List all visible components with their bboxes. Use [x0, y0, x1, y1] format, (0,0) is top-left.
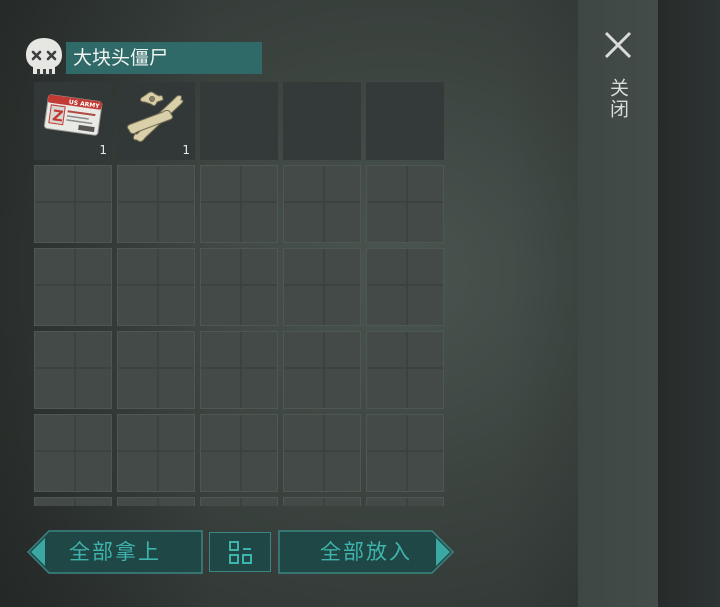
item-count: 1: [182, 143, 190, 157]
inventory-slot-empty[interactable]: [200, 497, 278, 506]
sort-grid-icon: [229, 541, 252, 564]
close-label: 关闭: [607, 78, 629, 120]
container-title: 大块头僵尸: [73, 47, 169, 69]
bones-icon: [126, 91, 184, 143]
inventory-slot-empty[interactable]: [117, 414, 195, 492]
inventory-slot-empty[interactable]: [366, 331, 444, 409]
inventory-slot-us-army-id-card[interactable]: Z US ARMY 1: [34, 82, 112, 160]
take-all-button[interactable]: 全部拿上: [27, 530, 203, 574]
item-count: 1: [99, 143, 107, 157]
inventory-slot-empty[interactable]: [283, 165, 361, 243]
inventory-slot-empty[interactable]: [283, 497, 361, 506]
inventory-slot-empty[interactable]: [200, 165, 278, 243]
inventory-slot-empty[interactable]: [34, 331, 112, 409]
inventory-slot-empty[interactable]: [200, 331, 278, 409]
inventory-slot-empty[interactable]: [366, 82, 444, 160]
inventory-slot-empty[interactable]: [283, 331, 361, 409]
inventory-slot-empty[interactable]: [283, 248, 361, 326]
title-bar: 大块头僵尸: [66, 42, 262, 74]
inventory-slot-empty[interactable]: [34, 165, 112, 243]
inventory-slot-empty[interactable]: [34, 248, 112, 326]
close-button[interactable]: 关闭: [598, 26, 642, 126]
take-all-label: 全部拿上: [69, 540, 161, 564]
inventory-slot-empty[interactable]: [366, 165, 444, 243]
inventory-slot-bones[interactable]: 1: [117, 82, 195, 160]
container-header: 大块头僵尸: [24, 34, 264, 78]
inventory-slot-empty[interactable]: [366, 497, 444, 506]
inventory-slot-empty[interactable]: [283, 414, 361, 492]
inventory-grid: Z US ARMY 1 1: [34, 82, 446, 506]
inventory-slot-empty[interactable]: [283, 82, 361, 160]
inventory-slot-empty[interactable]: [200, 414, 278, 492]
close-icon: [604, 31, 632, 59]
sort-button[interactable]: [209, 532, 271, 572]
inventory-slot-empty[interactable]: [34, 414, 112, 492]
inventory-slot-empty[interactable]: [117, 248, 195, 326]
put-all-label: 全部放入: [320, 540, 412, 564]
inventory-slot-empty[interactable]: [200, 248, 278, 326]
inventory-slot-empty[interactable]: [117, 497, 195, 506]
inventory-slot-empty[interactable]: [366, 248, 444, 326]
right-strip: [658, 0, 720, 607]
put-all-button[interactable]: 全部放入: [278, 530, 454, 574]
skull-icon: [26, 38, 62, 75]
inventory-slot-empty[interactable]: [366, 414, 444, 492]
id-card-icon: ZUS ARMY: [43, 94, 103, 136]
inventory-slot-empty[interactable]: [117, 165, 195, 243]
inventory-slot-empty[interactable]: [34, 497, 112, 506]
inventory-slot-empty[interactable]: [117, 331, 195, 409]
inventory-slot-empty[interactable]: [200, 82, 278, 160]
